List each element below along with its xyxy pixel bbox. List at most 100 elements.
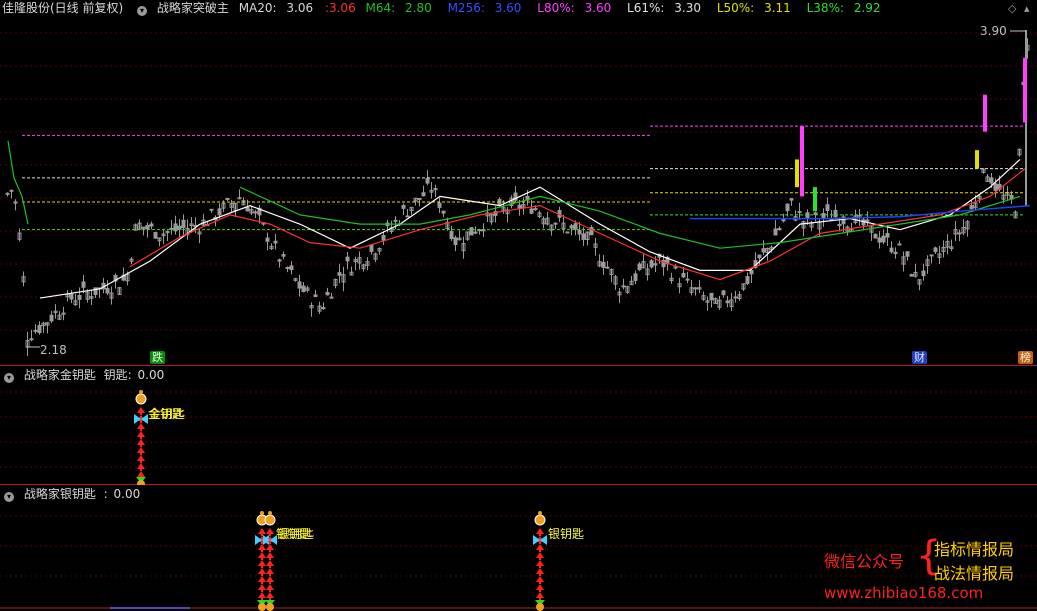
candle-body: [209, 208, 214, 211]
candle-body: [745, 276, 750, 284]
candle-body: [225, 198, 230, 201]
gold-key-signal-coin-icon: [139, 390, 143, 394]
price-chart[interactable]: [0, 0, 1037, 366]
watermark-line2: 战法情报局: [934, 564, 1015, 583]
candle-body: [797, 211, 802, 214]
candle-body: [253, 211, 258, 214]
candle-body: [9, 189, 14, 192]
candle-body: [5, 192, 10, 195]
candle-body: [217, 208, 222, 216]
silver-key-signal-label-b: 银钥匙: [548, 527, 585, 541]
candle-body: [761, 248, 766, 253]
candle-body: [425, 178, 430, 184]
silver-key-signal-butterfly-icon: [540, 535, 547, 545]
candle-body: [401, 205, 406, 209]
candle-body: [969, 205, 974, 210]
candle-body: [313, 294, 318, 298]
silver-key-signal-coin-icon: [260, 511, 264, 515]
candle-body: [773, 228, 778, 236]
candle-body: [721, 290, 726, 296]
candle-body: [289, 265, 294, 271]
breakout-bar: [1023, 57, 1027, 123]
gold-key-signal-base-coin-icon: [137, 480, 145, 485]
candle-body: [473, 231, 478, 234]
candle-body: [153, 232, 158, 239]
candle-body: [105, 288, 110, 294]
candle-body: [577, 229, 582, 235]
candle-body: [265, 237, 270, 242]
candle-body: [81, 281, 86, 288]
ma-green-start: [7, 140, 29, 225]
candle-body: [897, 243, 902, 246]
silver-key-signal-butterfly-icon: [255, 535, 262, 545]
gold-key-signal-coin-icon: [135, 393, 147, 405]
event-marker-die[interactable]: 跌: [150, 351, 165, 364]
candle-body: [789, 198, 794, 201]
watermark-url: www.zhibiao168.com: [824, 584, 984, 602]
candle-body: [285, 266, 290, 269]
candle-body: [565, 231, 570, 234]
candle-body: [785, 203, 790, 212]
candle-body: [381, 235, 386, 241]
candle-body: [345, 256, 350, 262]
candle-body: [885, 232, 890, 238]
silver-key-panel: ▾ 战略家银钥匙 : 0.00 银钥匙 银钥匙 微信公众号 { 指标情报局 战法…: [0, 486, 1037, 611]
candle-body: [69, 293, 74, 300]
event-marker-bang[interactable]: 榜: [1018, 351, 1033, 364]
silver-key-signal-coin-icon: [268, 511, 272, 515]
candle-body: [881, 235, 886, 243]
candle-body: [833, 209, 838, 218]
candle-body: [77, 294, 82, 300]
candle-body: [893, 251, 898, 255]
candle-body: [685, 278, 690, 281]
candle-body: [449, 230, 454, 240]
candle-body: [329, 296, 334, 299]
gold-key-panel: ▾ 战略家金钥匙 钥匙: 0.00 金钥匙: [0, 367, 1037, 485]
watermark: 微信公众号 { 指标情报局 战法情报局 www.zhibiao168.com: [820, 534, 1035, 609]
candle-body: [601, 261, 606, 268]
candle-body: [837, 223, 842, 227]
gold-key-signal-label: 金钥匙: [148, 407, 185, 421]
candle-body: [301, 285, 306, 293]
candle-body: [725, 300, 730, 304]
signal-bar: [795, 159, 799, 188]
candle-body: [533, 208, 538, 211]
candle-body: [321, 307, 326, 310]
gold-key-chart[interactable]: [0, 367, 1037, 485]
candle-body: [673, 266, 678, 269]
m64-line: [239, 186, 1021, 249]
silver-key-signal-label-a: 银钥匙: [276, 527, 313, 541]
candle-body: [421, 192, 426, 197]
silver-key-signal-coin-icon: [538, 511, 542, 515]
candle-body: [49, 314, 54, 322]
candle-body: [633, 273, 638, 281]
candle-body: [573, 223, 578, 230]
candle-body: [437, 202, 442, 208]
candle-body: [709, 292, 714, 301]
panel-expand-icon[interactable]: ▴: [1024, 2, 1030, 15]
candle-body: [693, 287, 698, 290]
candle-body: [469, 227, 474, 236]
high-price-label: 3.90: [980, 24, 1007, 38]
signal-bar: [975, 150, 979, 169]
candle-body: [821, 212, 826, 219]
candle-body: [529, 208, 534, 214]
candle-body: [621, 285, 626, 288]
gold-key-signal-butterfly-icon: [141, 414, 148, 424]
silver-key-signal-base-coin-icon: [536, 603, 544, 611]
candle-body: [681, 272, 686, 278]
silver-key-signal-base-coin-icon: [258, 603, 266, 611]
window-control-icon[interactable]: ◇: [1008, 2, 1016, 15]
candle-body: [637, 263, 642, 271]
candle-body: [877, 237, 882, 243]
candle-body: [245, 207, 250, 212]
candle-body: [237, 197, 242, 200]
candle-body: [569, 225, 574, 229]
candle-body: [933, 247, 938, 253]
candle-body: [749, 270, 754, 275]
candle-body: [649, 260, 654, 268]
gold-key-signal-butterfly-icon: [134, 414, 141, 424]
candle-body: [37, 324, 42, 334]
event-marker-cai[interactable]: 财: [912, 351, 927, 364]
candle-body: [297, 281, 302, 289]
